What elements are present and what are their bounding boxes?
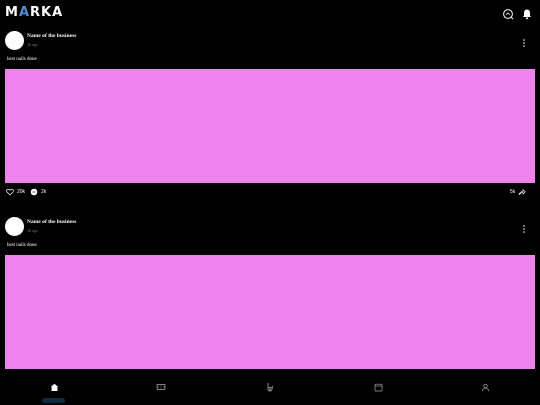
salon-chair-icon: [267, 383, 273, 392]
nav-salon[interactable]: [263, 380, 277, 394]
nav-calendar[interactable]: [371, 380, 385, 394]
calendar-icon: [374, 383, 382, 391]
post-caption: best nails done: [7, 57, 37, 62]
business-name[interactable]: Name of the business: [27, 219, 76, 226]
top-bar: MARKA: [0, 0, 540, 28]
share-count: 5k: [510, 188, 516, 195]
ticket-icon: [156, 384, 166, 390]
nav-home[interactable]: [47, 380, 61, 394]
more-vertical-icon[interactable]: [520, 35, 528, 47]
more-vertical-icon[interactable]: [520, 221, 528, 233]
business-avatar[interactable]: [5, 31, 24, 50]
active-tab-indicator: [42, 398, 65, 403]
heart-icon: [6, 188, 14, 196]
nav-profile[interactable]: [478, 380, 492, 394]
share-button[interactable]: 5k: [510, 188, 527, 196]
comment-button[interactable]: 2k: [30, 188, 46, 196]
bottom-nav: [0, 373, 540, 405]
search-icon[interactable]: [502, 7, 514, 20]
post-caption: best nails done: [7, 243, 37, 248]
share-icon: [518, 188, 527, 196]
post-actions: 20k 2k 5k: [0, 187, 540, 197]
post-card: Name of the business 1h ago best nails d…: [0, 214, 540, 373]
profile-icon: [481, 383, 489, 391]
post-image[interactable]: [5, 255, 535, 369]
post-card: Name of the business 1h ago best nails d…: [0, 28, 540, 214]
nav-tickets[interactable]: [154, 380, 168, 394]
comment-icon: [30, 188, 38, 196]
like-count: 20k: [17, 188, 26, 195]
business-name[interactable]: Name of the business: [27, 33, 76, 40]
post-time: 1h ago: [27, 42, 38, 47]
app-logo[interactable]: MARKA: [5, 5, 63, 20]
business-avatar[interactable]: [5, 217, 24, 236]
comment-count: 2k: [41, 188, 47, 195]
post-feed[interactable]: Name of the business 1h ago best nails d…: [0, 28, 540, 373]
post-image[interactable]: [5, 69, 535, 183]
home-icon: [50, 383, 58, 391]
like-button[interactable]: 20k: [6, 188, 25, 196]
post-time: 1h ago: [27, 228, 38, 233]
bell-icon[interactable]: [521, 7, 533, 20]
